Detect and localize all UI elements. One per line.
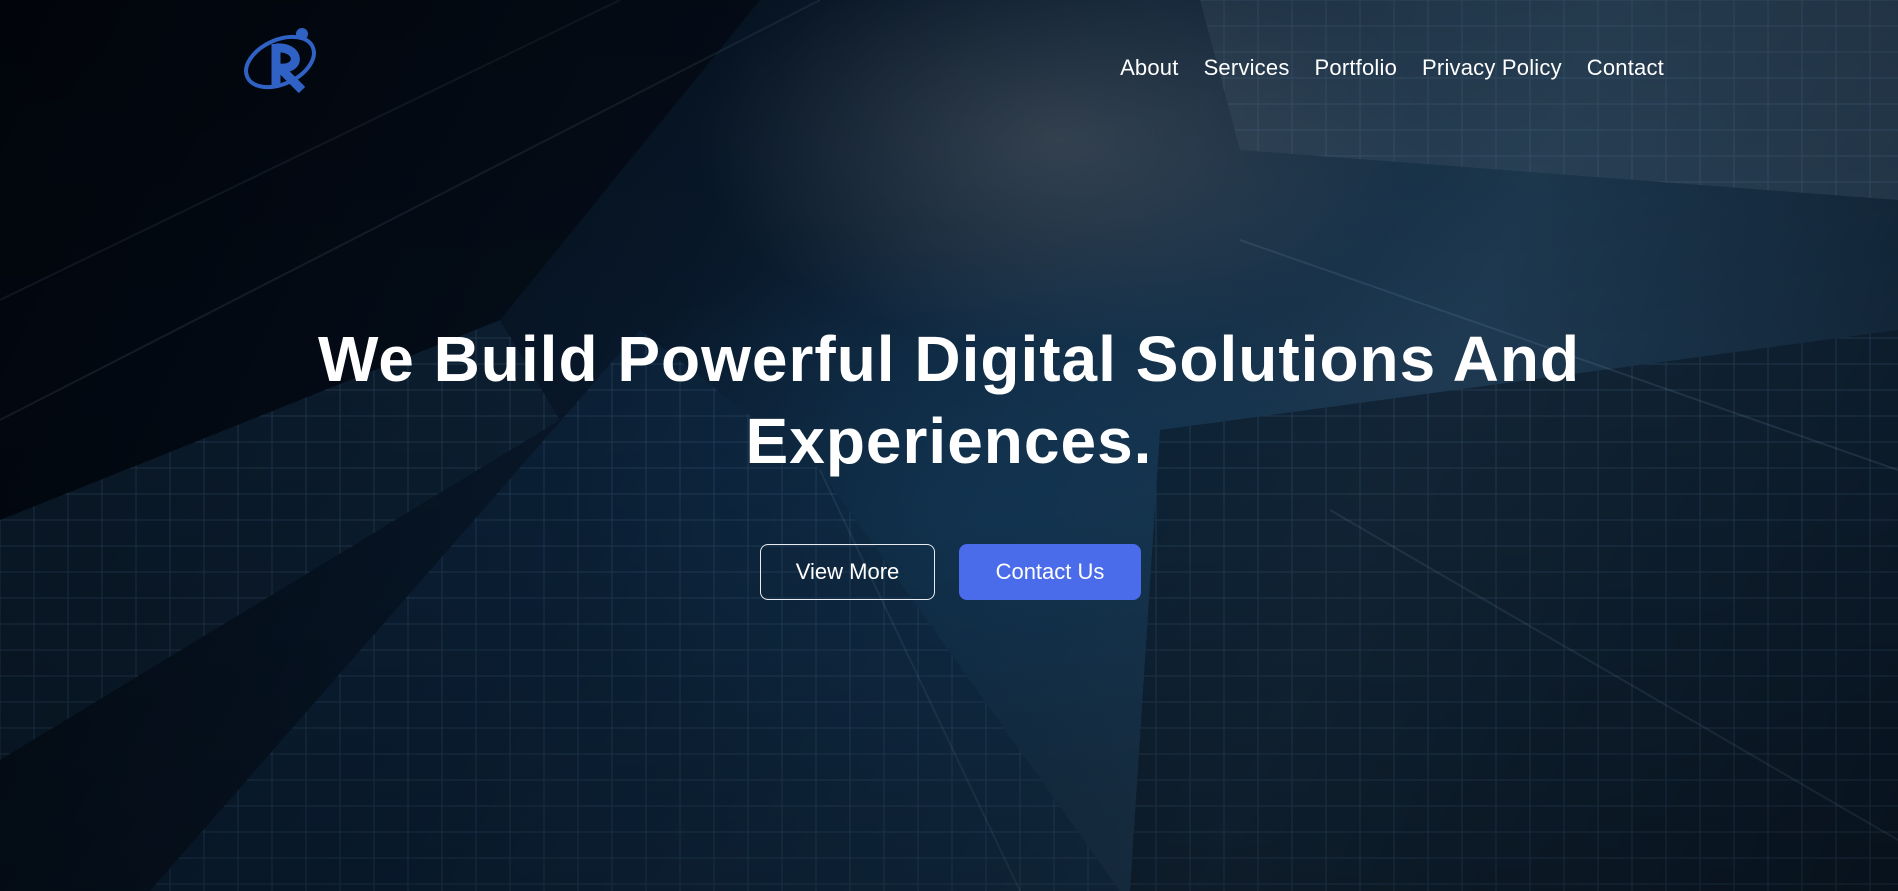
nav-link-services[interactable]: Services bbox=[1204, 55, 1290, 81]
nav-link-contact[interactable]: Contact bbox=[1587, 55, 1664, 81]
view-more-button[interactable]: View More bbox=[760, 544, 935, 600]
nav-link-privacy-policy[interactable]: Privacy Policy bbox=[1422, 55, 1562, 81]
hero-actions: View More Contact Us bbox=[760, 544, 1141, 600]
hero-headline: We Build Powerful Digital Solutions And … bbox=[199, 318, 1699, 482]
contact-us-button[interactable]: Contact Us bbox=[959, 544, 1141, 600]
hero-headline-line-2: Experiences. bbox=[745, 405, 1153, 477]
hero-section: About Services Portfolio Privacy Policy … bbox=[0, 0, 1898, 891]
nav-link-portfolio[interactable]: Portfolio bbox=[1315, 55, 1398, 81]
company-logo-icon[interactable] bbox=[240, 24, 330, 104]
hero-headline-line-1: We Build Powerful Digital Solutions And bbox=[317, 323, 1581, 395]
nav-link-about[interactable]: About bbox=[1120, 55, 1179, 81]
site-header: About Services Portfolio Privacy Policy … bbox=[0, 0, 1898, 120]
main-navigation: About Services Portfolio Privacy Policy … bbox=[1120, 55, 1664, 81]
